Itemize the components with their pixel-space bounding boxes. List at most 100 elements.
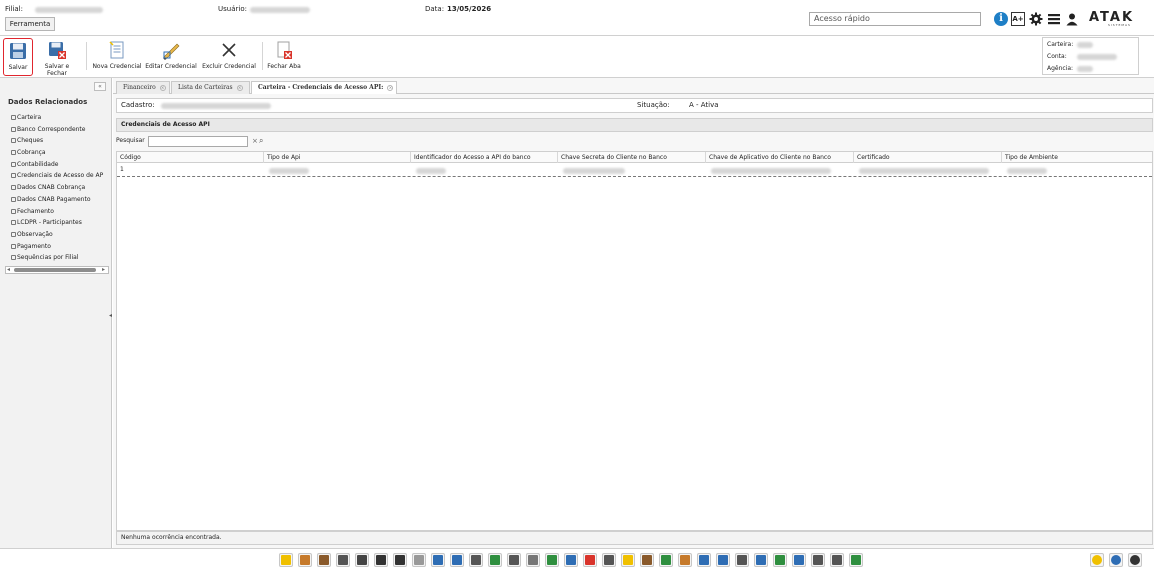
cow-icon-glyph <box>642 555 652 565</box>
tree-item-cheques[interactable]: Cheques <box>0 135 112 147</box>
briefcase-icon[interactable] <box>317 553 331 567</box>
cadastro-label: Cadastro: <box>121 101 155 109</box>
cart-icon[interactable] <box>792 553 806 567</box>
info-icon[interactable]: i <box>994 12 1008 26</box>
column-header-certificado[interactable]: Certificado <box>853 152 1001 163</box>
tree-item-pagamento[interactable]: Pagamento <box>0 241 112 253</box>
column-header-chave-secreta[interactable]: Chave Secreta do Cliente no Banco <box>557 152 705 163</box>
tab-bar: Financeiro × Lista de Carteiras × Carteira… <box>113 81 1154 94</box>
gear-icon[interactable] <box>678 553 692 567</box>
user-icon[interactable] <box>1065 12 1079 26</box>
list-icon[interactable] <box>355 553 369 567</box>
column-header-identificador[interactable]: Identificador do Acesso a API do banco <box>410 152 557 163</box>
close-tab-button[interactable]: Fechar Aba <box>266 38 302 76</box>
monitor-icon[interactable] <box>564 553 578 567</box>
bottle-icon[interactable] <box>507 553 521 567</box>
tree-item-sequencias[interactable]: Sequências por Filial <box>0 252 112 264</box>
tab-close-icon[interactable]: × <box>159 85 166 91</box>
help-icon[interactable] <box>1109 553 1123 567</box>
network-icon[interactable] <box>811 553 825 567</box>
dial-icon[interactable] <box>393 553 407 567</box>
tree-item-carteira[interactable]: Carteira <box>0 112 112 124</box>
percent-icon[interactable] <box>735 553 749 567</box>
edit-doc-icon[interactable] <box>431 553 445 567</box>
dollar-icon[interactable] <box>545 553 559 567</box>
rocket-icon-glyph <box>851 555 861 565</box>
bottom-dock <box>0 548 1154 572</box>
tree-item-label: Fechamento <box>17 207 54 215</box>
headset-icon[interactable] <box>830 553 844 567</box>
clear-search-icon[interactable]: × <box>252 134 258 148</box>
tree-item-contabilidade[interactable]: Contabilidade <box>0 159 112 171</box>
tree-item-cnab-pagamento[interactable]: Dados CNAB Pagamento <box>0 194 112 206</box>
search-icon[interactable]: ⌕ <box>259 134 263 148</box>
new-credential-button[interactable]: Nova Credencial <box>91 38 143 76</box>
tab-financeiro[interactable]: Financeiro × <box>116 81 170 94</box>
tree-item-label: Cheques <box>17 137 44 145</box>
tab-credenciais-api[interactable]: Carteira - Credenciais de Acesso API: × <box>251 81 397 94</box>
column-header-chave-aplicativo[interactable]: Chave de Aplicativo do Cliente no Banco <box>705 152 853 163</box>
tree-horizontal-scrollbar[interactable]: ◂ ▸ <box>5 266 109 274</box>
edit-doc-icon-glyph <box>433 555 443 565</box>
cow-icon[interactable] <box>640 553 654 567</box>
gear-icon[interactable] <box>1029 12 1043 26</box>
scroll-right-icon[interactable]: ▸ <box>102 266 105 273</box>
save-close-button[interactable]: Salvar e Fechar <box>34 38 80 77</box>
worker-icon[interactable] <box>773 553 787 567</box>
tab-lista-carteiras[interactable]: Lista de Carteiras × <box>171 81 250 94</box>
edit-pencil-icon <box>163 43 180 60</box>
bulb-icon[interactable] <box>621 553 635 567</box>
tab-label: Carteira - Credenciais de Acesso API: <box>258 84 384 91</box>
tree-item-cobranca[interactable]: Cobrança <box>0 147 112 159</box>
factory-icon[interactable] <box>602 553 616 567</box>
doc-icon[interactable] <box>697 553 711 567</box>
percent-icon-glyph <box>737 555 747 565</box>
credentials-grid: Código Tipo de Api Identificador do Aces… <box>116 151 1153 531</box>
ferramenta-tab[interactable]: Ferramenta <box>5 17 55 31</box>
menu-icon[interactable] <box>1047 12 1061 26</box>
favorites-icon[interactable] <box>1090 553 1104 567</box>
save-button[interactable]: Salvar <box>3 38 33 76</box>
quick-access-input[interactable]: Acesso rápido <box>809 12 981 26</box>
tree-item-label: Cobrança <box>17 149 46 157</box>
scrollbar-thumb[interactable] <box>14 268 96 272</box>
close-tab-icon <box>277 41 292 59</box>
tree-item-observacao[interactable]: Observação <box>0 229 112 241</box>
tab-close-icon[interactable]: × <box>387 85 394 91</box>
pen-icon[interactable] <box>412 553 426 567</box>
tab-close-icon[interactable]: × <box>236 85 243 91</box>
people-icon[interactable] <box>298 553 312 567</box>
column-header-tipo-api[interactable]: Tipo de Api <box>263 152 410 163</box>
column-header-tipo-ambiente[interactable]: Tipo de Ambiente <box>1001 152 1152 163</box>
tree-item-credenciais[interactable]: Credenciais de Acesso de AP <box>0 170 112 182</box>
font-size-icon[interactable]: A+ <box>1011 12 1025 26</box>
plant-icon[interactable] <box>659 553 673 567</box>
truck-icon[interactable] <box>526 553 540 567</box>
table-icon[interactable] <box>754 553 768 567</box>
tree-item-fechamento[interactable]: Fechamento <box>0 206 112 218</box>
tree-item-banco-correspondente[interactable]: Banco Correspondente <box>0 124 112 136</box>
rocket-icon[interactable] <box>849 553 863 567</box>
tree-item-lcdpr[interactable]: LCDPR - Participantes <box>0 217 112 229</box>
book-icon-glyph <box>471 555 481 565</box>
tree-node-icon <box>11 126 16 132</box>
table-row[interactable]: 1 <box>117 164 1152 177</box>
diamond-icon[interactable] <box>716 553 730 567</box>
video-icon[interactable] <box>1128 553 1142 567</box>
edit-credential-button[interactable]: Editar Credencial <box>145 38 197 76</box>
search-input[interactable] <box>148 136 248 147</box>
delete-credential-button[interactable]: Excluir Credencial <box>201 38 257 76</box>
chart-doc-icon[interactable] <box>450 553 464 567</box>
book-icon[interactable] <box>469 553 483 567</box>
splitter-arrow-icon[interactable]: ◂ <box>109 312 112 319</box>
column-header-codigo[interactable]: Código <box>117 152 263 163</box>
collapse-panel-button[interactable]: « <box>94 82 106 91</box>
scroll-left-icon[interactable]: ◂ <box>7 266 10 273</box>
bank-icon[interactable] <box>374 553 388 567</box>
calculator-icon[interactable] <box>336 553 350 567</box>
bar-chart-icon[interactable] <box>583 553 597 567</box>
tree-node-icon <box>11 231 16 237</box>
star-icon[interactable] <box>279 553 293 567</box>
tree-item-cnab-cobranca[interactable]: Dados CNAB Cobrança <box>0 182 112 194</box>
globe-icon[interactable] <box>488 553 502 567</box>
